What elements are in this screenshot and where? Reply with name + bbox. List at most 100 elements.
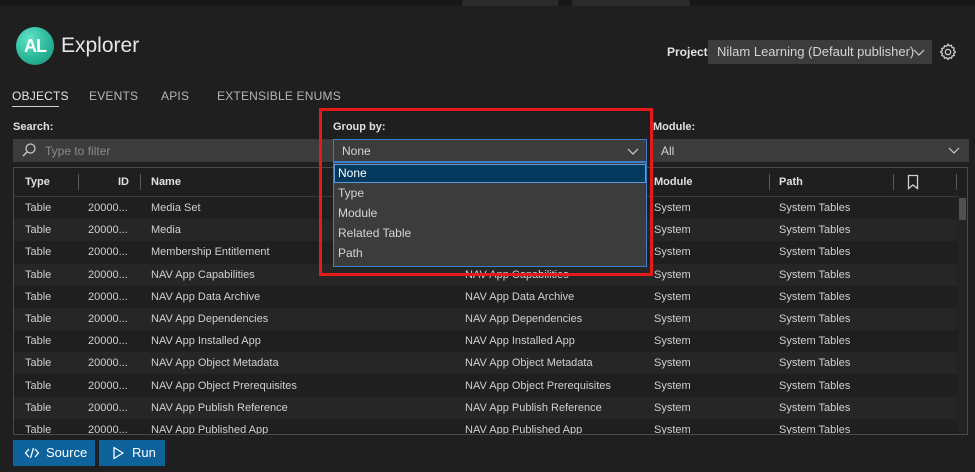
group-by-select[interactable]: None <box>333 139 647 162</box>
table-row[interactable]: Table 20000... NAV App Object Metadata NAV … <box>14 352 957 375</box>
chevron-down-icon <box>913 49 925 56</box>
cell-id: 20000... <box>88 290 128 303</box>
cell-name: NAV App Capabilities <box>151 268 255 281</box>
play-icon <box>113 446 124 460</box>
group-option-path[interactable]: Path <box>334 244 646 263</box>
tab-extensible-enums[interactable]: EXTENSIBLE ENUMS <box>217 89 341 103</box>
cell-module: System <box>654 290 691 303</box>
cell-name: NAV App Published App <box>151 424 269 435</box>
editor-tab-hint <box>462 0 558 6</box>
tab-apis[interactable]: APIS <box>161 89 189 103</box>
column-divider[interactable] <box>140 174 141 190</box>
code-icon <box>24 447 40 459</box>
cell-id: 20000... <box>88 224 128 237</box>
chevron-down-icon <box>627 148 639 155</box>
cell-type: Table <box>25 357 52 370</box>
column-divider[interactable] <box>769 174 770 190</box>
cell-path: System Tables <box>779 202 851 214</box>
bookmark-icon[interactable] <box>906 174 920 190</box>
table-scrollbar[interactable] <box>958 196 967 434</box>
window-top-strip <box>0 0 975 6</box>
cell-path: System Tables <box>779 357 851 370</box>
cell-caption: NAV App Published App <box>465 424 583 435</box>
column-header-module[interactable]: Module <box>654 176 693 188</box>
module-select[interactable]: All <box>653 139 969 162</box>
tab-events[interactable]: EVENTS <box>89 89 138 103</box>
cell-module: System <box>654 379 691 392</box>
cell-id: 20000... <box>88 424 128 435</box>
column-header-path[interactable]: Path <box>779 176 803 188</box>
group-option-module[interactable]: Module <box>334 204 646 223</box>
cell-path: System Tables <box>779 290 851 303</box>
module-label: Module: <box>653 121 696 133</box>
cell-caption: NAV App Object Prerequisites <box>465 379 611 392</box>
editor-tab-hint <box>572 0 690 6</box>
group-by-dropdown: None Type Module Related Table Path <box>333 162 647 267</box>
table-row[interactable]: Table 20000... NAV App Data Archive NAV App… <box>14 286 957 308</box>
active-tab-indicator <box>12 106 59 107</box>
table-row[interactable]: Table 20000... NAV App Published App NAV Ap… <box>14 419 957 435</box>
table-row[interactable]: Table 20000... NAV App Dependencies NAV App… <box>14 308 957 330</box>
column-divider[interactable] <box>956 174 957 190</box>
cell-caption: NAV App Capabilities <box>465 268 569 281</box>
cell-module: System <box>654 357 691 370</box>
al-logo: AL <box>16 27 54 65</box>
group-by-label: Group by: <box>333 121 386 133</box>
cell-module: System <box>654 335 691 348</box>
cell-path: System Tables <box>779 401 851 414</box>
cell-type: Table <box>25 202 52 214</box>
run-button[interactable]: Run <box>99 440 165 466</box>
cell-module: System <box>654 313 691 325</box>
source-button[interactable]: Source <box>13 440 95 466</box>
project-select-value: Nilam Learning (Default publisher) <box>717 44 915 59</box>
search-input[interactable]: Type to filter <box>13 139 333 162</box>
cell-type: Table <box>25 424 52 435</box>
group-by-value: None <box>342 144 371 158</box>
column-header-id[interactable]: ID <box>118 176 129 188</box>
cell-id: 20000... <box>88 313 128 325</box>
cell-type: Table <box>25 224 52 237</box>
group-option-related-table[interactable]: Related Table <box>334 224 646 243</box>
cell-type: Table <box>25 379 52 392</box>
column-divider[interactable] <box>893 174 894 190</box>
cell-path: System Tables <box>779 424 851 435</box>
cell-path: System Tables <box>779 224 851 237</box>
cell-module: System <box>654 224 691 237</box>
cell-module: System <box>654 401 691 414</box>
cell-path: System Tables <box>779 335 851 348</box>
group-option-none[interactable]: None <box>334 164 646 183</box>
tab-objects[interactable]: OBJECTS <box>12 89 69 103</box>
cell-type: Table <box>25 313 52 325</box>
cell-module: System <box>654 202 691 214</box>
cell-caption: NAV App Object Metadata <box>465 357 593 370</box>
cell-id: 20000... <box>88 357 128 370</box>
cell-type: Table <box>25 246 52 259</box>
column-divider[interactable] <box>78 174 79 190</box>
cell-module: System <box>654 424 691 435</box>
cell-name: NAV App Object Prerequisites <box>151 379 297 392</box>
table-row[interactable]: Table 20000... NAV App Object Prerequisite… <box>14 375 957 397</box>
gear-icon[interactable] <box>938 42 958 62</box>
cell-name: NAV App Installed App <box>151 335 261 348</box>
cell-type: Table <box>25 290 52 303</box>
project-select[interactable]: Nilam Learning (Default publisher) <box>708 40 932 64</box>
run-button-label: Run <box>132 445 156 460</box>
cell-name: NAV App Data Archive <box>151 290 261 303</box>
table-row[interactable]: Table 20000... NAV App Publish Reference NA… <box>14 396 957 419</box>
cell-id: 20000... <box>88 379 128 392</box>
cell-module: System <box>654 268 691 281</box>
cell-id: 20000... <box>88 246 128 259</box>
module-value: All <box>661 144 675 158</box>
column-header-name[interactable]: Name <box>151 176 181 188</box>
app-title: Explorer <box>61 34 140 57</box>
table-row[interactable]: Table 20000... NAV App Installed App NAV Ap… <box>14 330 957 352</box>
scrollbar-thumb[interactable] <box>959 198 966 220</box>
cell-id: 20000... <box>88 335 128 348</box>
project-label: Project: <box>667 45 712 59</box>
cell-caption: NAV App Publish Reference <box>465 401 602 414</box>
cell-caption: NAV App Installed App <box>465 335 575 348</box>
cell-path: System Tables <box>779 379 851 392</box>
cell-module: System <box>654 246 691 259</box>
column-header-type[interactable]: Type <box>25 176 50 188</box>
group-option-type[interactable]: Type <box>334 184 646 203</box>
